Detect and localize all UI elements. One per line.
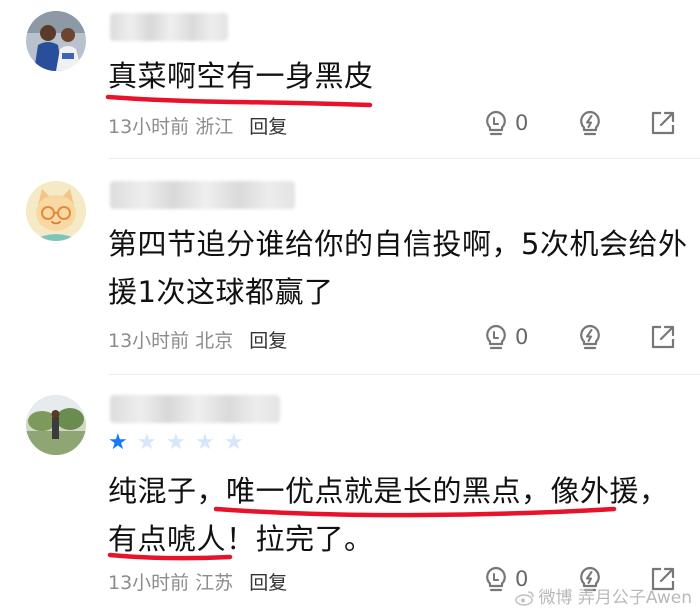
comment-meta: 13小时前 江苏 回复 xyxy=(108,568,287,595)
weibo-logo-icon xyxy=(514,591,534,606)
cartoon-cat-with-glasses-icon xyxy=(26,181,86,241)
like-button[interactable] xyxy=(482,109,510,137)
comment-text: 真菜啊空有一身黑皮 xyxy=(108,59,374,93)
star-empty-icon: ★ xyxy=(224,430,244,455)
star-empty-icon: ★ xyxy=(137,430,157,455)
reply-button[interactable]: 回复 xyxy=(249,572,287,594)
outdoor-photo-icon xyxy=(26,395,86,455)
lightbulb-like-icon xyxy=(486,324,506,350)
dislike-button[interactable] xyxy=(576,323,604,351)
like-count: 0 xyxy=(515,111,529,135)
star-empty-icon: ★ xyxy=(195,430,215,455)
comment-time: 13小时前 xyxy=(108,572,190,594)
comment-item: ★ ★ ★ ★ ★ 纯混子，唯一优点就是长的黑点，像外援， 有点唬人！拉完了。 13小时… xyxy=(0,375,700,614)
star-rating: ★ ★ ★ ★ ★ xyxy=(108,431,253,455)
comment-meta: 13小时前 浙江 回复 xyxy=(108,112,287,139)
lightning-bulb-icon xyxy=(580,110,600,136)
share-button[interactable] xyxy=(649,109,677,137)
share-arrow-icon xyxy=(651,325,675,349)
avatar[interactable] xyxy=(26,11,86,71)
comment-item: 第四节追分谁给你的自信投啊，5次机会给外 援1次这球都赢了 13小时前 北京 回… xyxy=(0,159,700,373)
basketball-player-photo-icon xyxy=(26,11,86,71)
like-count: 0 xyxy=(515,325,529,349)
comment-location: 江苏 xyxy=(195,572,234,594)
comment-location: 浙江 xyxy=(195,116,234,138)
lightbulb-like-icon xyxy=(486,566,506,592)
lightning-bulb-icon xyxy=(580,324,600,350)
comment-time: 13小时前 xyxy=(108,330,190,352)
star-empty-icon: ★ xyxy=(166,430,186,455)
comment-time: 13小时前 xyxy=(108,116,190,138)
avatar[interactable] xyxy=(26,181,86,241)
like-button[interactable] xyxy=(482,565,510,593)
share-arrow-icon xyxy=(651,111,675,135)
reply-button[interactable]: 回复 xyxy=(249,330,287,352)
lightbulb-like-icon xyxy=(486,110,506,136)
comment-item: 真菜啊空有一身黑皮 13小时前 浙江 回复 0 xyxy=(0,0,700,158)
like-button[interactable] xyxy=(482,323,510,351)
comment-location: 北京 xyxy=(195,330,234,352)
share-button[interactable] xyxy=(649,323,677,351)
star-filled-icon: ★ xyxy=(108,430,128,455)
avatar[interactable] xyxy=(26,395,86,455)
comment-meta: 13小时前 北京 回复 xyxy=(108,326,287,353)
comment-text: 纯混子，唯一优点就是长的黑点，像外援， 有点唬人！拉完了。 xyxy=(108,474,669,556)
username-blurred[interactable] xyxy=(110,13,228,41)
watermark: 微博 弄月公子Awen xyxy=(514,583,692,608)
comment-text: 第四节追分谁给你的自信投啊，5次机会给外 援1次这球都赢了 xyxy=(108,227,688,309)
reply-button[interactable]: 回复 xyxy=(249,116,287,138)
username-blurred[interactable] xyxy=(110,395,280,423)
dislike-button[interactable] xyxy=(576,109,604,137)
username-blurred[interactable] xyxy=(110,181,295,209)
